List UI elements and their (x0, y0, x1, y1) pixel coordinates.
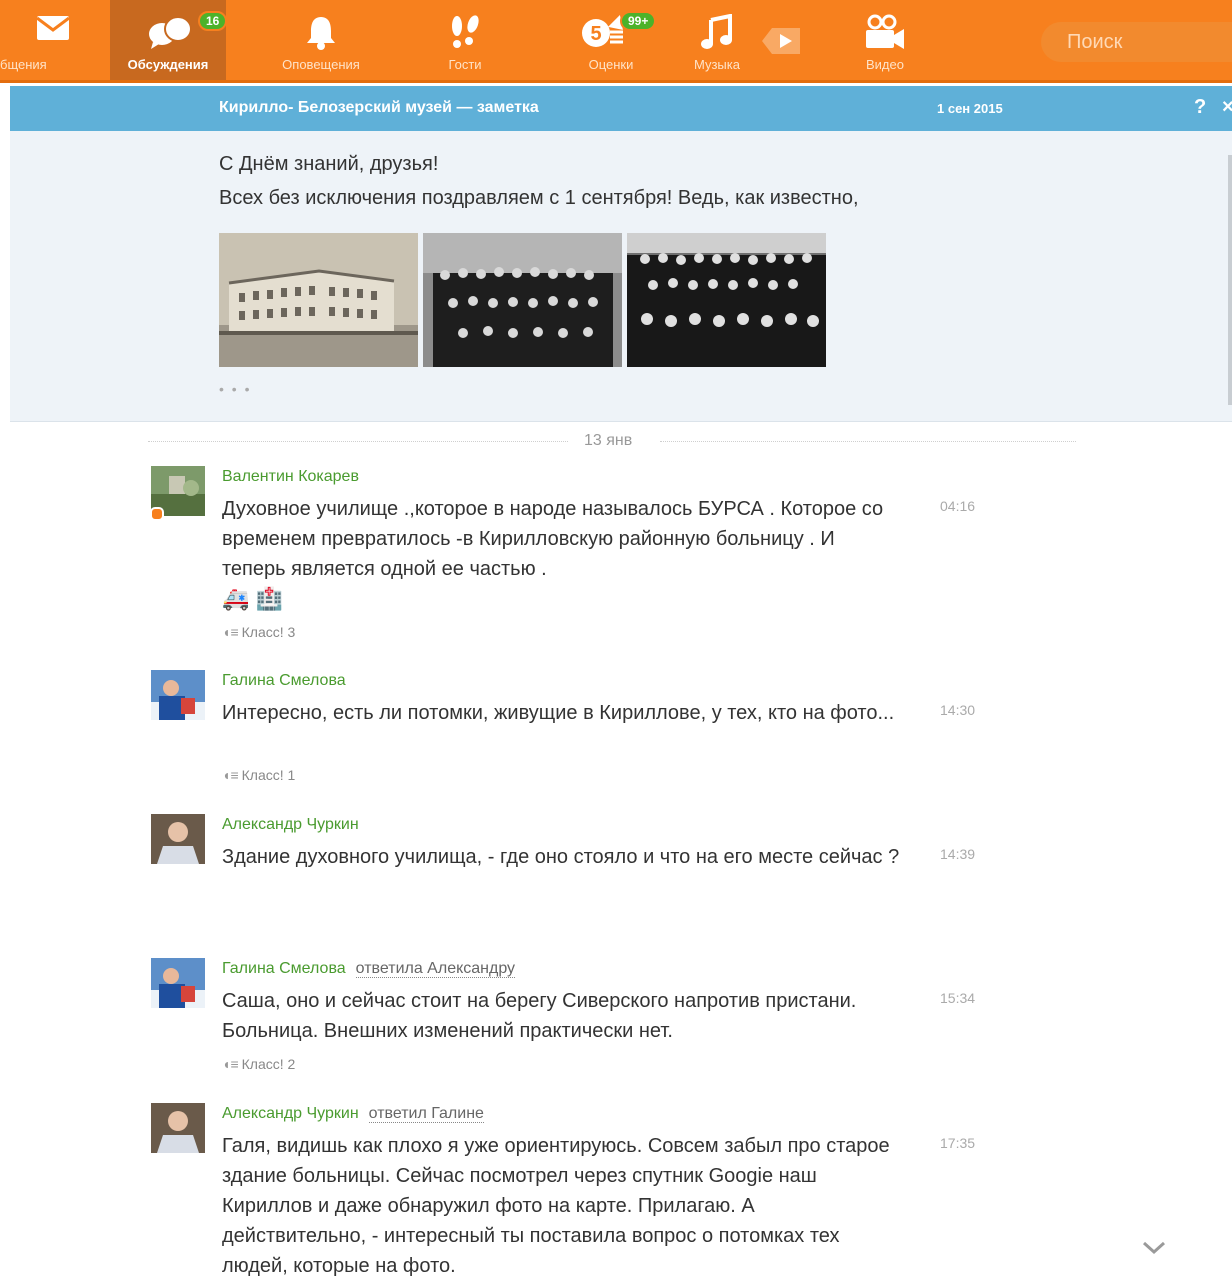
like-icon: ◖≡ (222, 767, 239, 783)
reply-to-link[interactable]: ответила Александру (355, 960, 516, 978)
comment-author-name[interactable]: Александр Чуркин (222, 1105, 359, 1122)
footprints-icon (447, 14, 483, 55)
note-date: 1 сен 2015 (937, 101, 1003, 116)
comment-text: Здание духовного училища, - где оно стоя… (222, 846, 900, 868)
note-header-bar: Кирилло- Белозерский музей — заметка 1 с… (10, 86, 1232, 131)
comment-author[interactable]: Валентин Кокарев (222, 468, 359, 486)
like-count: Класс! 1 (241, 767, 296, 783)
note-preview: С Днём знаний, друзья! Всех без исключен… (10, 131, 1232, 422)
note-text-line1: С Днём знаний, друзья! (219, 153, 439, 175)
comment-time: 15:34 (940, 990, 976, 1006)
top-navigation-bar: бщения 16 Обсуждения Оповещения Гости 5 … (0, 0, 1232, 83)
like-count: Класс! 2 (241, 1056, 296, 1072)
like-count: Класс! 3 (241, 624, 296, 640)
nav-video[interactable]: Видео (842, 0, 928, 80)
comment-author-name[interactable]: Галина Смелова (222, 960, 346, 977)
comment-text: Галя, видишь как плохо я уже ориентируюс… (222, 1135, 890, 1277)
comment-time: 14:30 (940, 702, 976, 718)
avatar[interactable] (151, 1103, 205, 1153)
discussions-badge: 16 (198, 11, 228, 31)
reply-to-link[interactable]: ответил Галине (368, 1105, 484, 1123)
comment-text: Саша, оно и сейчас стоит на берегу Сивер… (222, 990, 857, 1042)
comment-time: 04:16 (940, 498, 976, 514)
note-more-dots[interactable]: • • • (219, 381, 251, 397)
online-indicator (150, 507, 164, 521)
avatar[interactable] (151, 958, 205, 1008)
like-button[interactable]: ◖≡ Класс! 1 (222, 767, 295, 783)
nav-messages[interactable]: бщения (0, 0, 106, 80)
note-photo-group-1[interactable] (423, 233, 622, 367)
play-icon[interactable] (760, 24, 804, 63)
avatar[interactable] (151, 670, 205, 720)
svg-text:5: 5 (590, 23, 601, 45)
like-icon: ◖≡ (222, 1056, 239, 1072)
separator-line-left (148, 441, 568, 442)
comment-emoji: 🚑 🏥 (222, 586, 283, 611)
video-camera-icon (862, 14, 908, 53)
comment-author: Александр Чуркин ответил Галине (222, 1105, 484, 1123)
bell-icon (304, 14, 338, 53)
like-icon: ◖≡ (222, 624, 239, 640)
ratings-badge: 99+ (620, 11, 657, 31)
like-button[interactable]: ◖≡ Класс! 2 (222, 1056, 295, 1072)
discussions-icon (147, 14, 193, 53)
nav-discussions[interactable]: 16 Обсуждения (110, 0, 228, 80)
help-icon[interactable]: ? (1194, 96, 1206, 119)
envelope-icon (35, 14, 71, 45)
scroll-down-chevron-icon[interactable] (1141, 1236, 1167, 1262)
scrollbar[interactable] (1228, 155, 1232, 405)
music-note-icon (700, 13, 734, 53)
comment-time: 14:39 (940, 846, 976, 862)
comment-author: Галина Смелова ответила Александру (222, 960, 516, 978)
avatar[interactable] (151, 814, 205, 864)
separator-line-right (660, 441, 1076, 442)
comment-text: Духовное училище .,которое в народе назы… (222, 498, 884, 580)
note-text-line2: Всех без исключения поздравляем с 1 сент… (219, 187, 859, 209)
nav-guests[interactable]: Гости (410, 0, 520, 80)
comment-author[interactable]: Галина Смелова (222, 672, 346, 690)
comment-author[interactable]: Александр Чуркин (222, 816, 359, 834)
date-separator: 13 янв (584, 432, 633, 449)
nav-music[interactable]: Музыка (682, 0, 752, 80)
rating-icon: 5 (581, 14, 625, 55)
comment-time: 17:35 (940, 1135, 976, 1151)
search-input[interactable]: Поиск (1041, 22, 1232, 62)
comment-text: Интересно, есть ли потомки, живущие в Ки… (222, 702, 895, 724)
close-icon[interactable]: × (1222, 96, 1232, 119)
like-button[interactable]: ◖≡ Класс! 3 (222, 624, 295, 640)
note-photo-building[interactable] (219, 233, 418, 367)
note-title[interactable]: Кирилло- Белозерский музей — заметка (219, 99, 539, 117)
nav-notifications[interactable]: Оповещения (262, 0, 380, 80)
note-photo-group-2[interactable] (627, 233, 826, 367)
nav-ratings[interactable]: 5 99+ Оценки (548, 0, 674, 80)
